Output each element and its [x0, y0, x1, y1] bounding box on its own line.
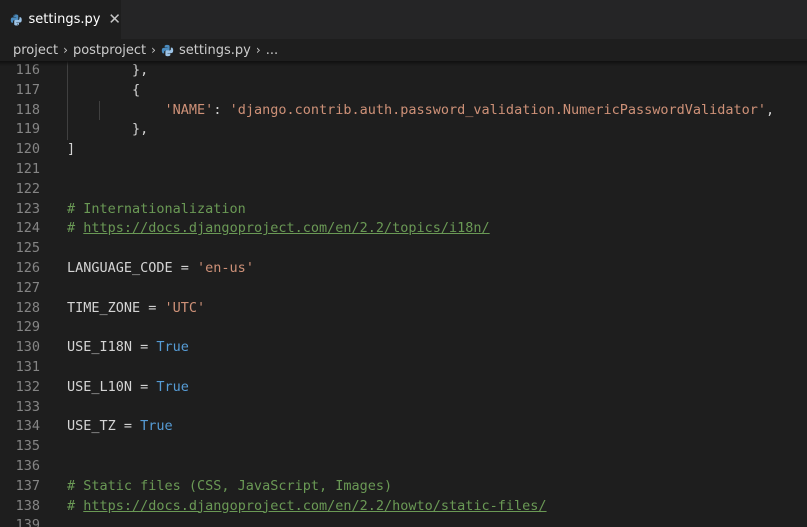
chevron-right-icon: › [255, 43, 261, 57]
code-line[interactable]: 139 [0, 516, 807, 527]
code-token: True [140, 418, 173, 435]
tab-label: settings.py [28, 12, 101, 27]
code-text: LANGUAGE_CODE = 'en-us' [67, 259, 254, 279]
line-number: 125 [15, 240, 40, 257]
code-line[interactable]: 117 { [0, 80, 807, 101]
code-line[interactable]: 128 TIME_ZONE = 'UTC' [0, 299, 807, 319]
line-number: 136 [15, 458, 40, 474]
code-token: ] [67, 141, 76, 158]
code-line[interactable]: 126 LANGUAGE_CODE = 'en-us' [0, 259, 807, 279]
code-token: { [67, 81, 141, 98]
line-number: 129 [15, 319, 40, 336]
code-line[interactable]: 118 'NAME': 'django.contrib.auth.passwor… [0, 100, 807, 121]
code-text: USE_I18N = True [67, 338, 189, 358]
python-icon [161, 44, 174, 56]
line-number: 131 [15, 359, 40, 375]
code-token: LANGUAGE_CODE = [67, 260, 198, 276]
line-number: 134 [15, 418, 40, 435]
line-number: 132 [15, 378, 40, 395]
code-text: # https://docs.djangoproject.com/en/2.2/… [67, 219, 490, 239]
code-text: USE_TZ = True [67, 417, 173, 437]
code-link[interactable]: https://docs.djangoproject.com/en/2.2/ho… [83, 498, 546, 514]
line-number: 124 [15, 220, 40, 237]
code-text: TIME_ZONE = 'UTC' [67, 299, 205, 319]
code-token: # [67, 497, 84, 514]
code-line[interactable]: 129 [0, 318, 807, 338]
code-token: 'en-us' [197, 260, 254, 276]
code-token: # Internationalization [67, 200, 246, 217]
code-line[interactable]: 137 # Static files (CSS, JavaScript, Imag… [0, 477, 807, 497]
code-line[interactable]: 134 USE_TZ = True [0, 417, 807, 437]
line-number: 118 [15, 101, 40, 118]
code-token: USE_L10N = [67, 378, 157, 395]
tab-bar: settings.py ✕ [0, 0, 807, 39]
line-number: 123 [15, 200, 40, 217]
code-editor[interactable]: 116 }, 117 {118 'NAME': 'django.contrib.a… [0, 61, 807, 527]
code-line[interactable]: 131 [0, 358, 807, 378]
code-text: # Internationalization [67, 200, 246, 220]
code-token: 'UTC' [164, 299, 206, 316]
code-line[interactable]: 133 [0, 398, 807, 418]
code-token: # Static files (CSS, JavaScript, Images) [67, 477, 393, 494]
code-token: }, [67, 121, 149, 138]
code-text: USE_L10N = True [67, 378, 189, 398]
line-number: 139 [15, 517, 40, 527]
breadcrumb-shadow [0, 61, 807, 66]
code-line[interactable]: 121 [0, 160, 807, 180]
line-number: 119 [15, 121, 40, 138]
code-line[interactable]: 125 [0, 239, 807, 259]
line-number: 121 [15, 161, 40, 177]
breadcrumb-item-postproject[interactable]: postproject [73, 43, 146, 58]
code-text: # Static files (CSS, JavaScript, Images) [67, 477, 392, 497]
line-number: 120 [15, 141, 40, 158]
close-icon[interactable]: ✕ [108, 12, 121, 27]
code-line[interactable]: 122 [0, 180, 807, 200]
code-token: 'NAME' [164, 101, 214, 118]
code-token: True [156, 339, 189, 356]
breadcrumb: project › postproject › settings.py › ..… [0, 39, 807, 61]
code-token: # [67, 220, 84, 237]
code-line[interactable]: 136 [0, 457, 807, 477]
code-line[interactable]: 123 # Internationalization [0, 200, 807, 220]
code-token: TIME_ZONE = [67, 299, 165, 316]
code-text: { [67, 81, 140, 101]
line-number: 138 [15, 497, 40, 514]
chevron-right-icon: › [151, 43, 156, 57]
code-line[interactable]: 120] [0, 140, 807, 160]
code-token: USE_TZ = [67, 418, 141, 435]
line-number: 130 [15, 339, 40, 356]
code-token: , [766, 101, 775, 118]
line-number: 117 [15, 81, 40, 98]
code-line[interactable]: 138 # https://docs.djangoproject.com/en/2… [0, 497, 807, 517]
line-number: 122 [15, 180, 40, 197]
line-number: 133 [15, 398, 40, 415]
line-number: 137 [15, 477, 40, 494]
line-number: 127 [15, 279, 40, 296]
tab-settings-py[interactable]: settings.py ✕ [0, 0, 121, 39]
code-text: }, [67, 120, 148, 140]
code-line[interactable]: 132 USE_L10N = True [0, 378, 807, 398]
line-number: 128 [15, 299, 40, 316]
code-line[interactable]: 130 USE_I18N = True [0, 338, 807, 358]
line-number: 135 [15, 438, 40, 455]
python-icon [10, 14, 22, 25]
code-line[interactable]: 127 [0, 279, 807, 299]
code-token: USE_I18N = [67, 339, 157, 356]
code-token: True [156, 378, 189, 395]
code-text: # https://docs.djangoproject.com/en/2.2/… [67, 497, 547, 517]
chevron-right-icon: › [63, 43, 68, 57]
breadcrumb-item-settings-py[interactable]: settings.py [179, 43, 251, 58]
code-token: 'django.contrib.auth.password_validation… [229, 101, 767, 118]
code-text: 'NAME': 'django.contrib.auth.password_va… [67, 101, 775, 121]
code-line[interactable]: 124 # https://docs.djangoproject.com/en/2… [0, 219, 807, 239]
code-text: ] [67, 140, 75, 160]
line-number: 126 [15, 260, 40, 276]
breadcrumb-item-more[interactable]: ... [266, 43, 278, 58]
code-line[interactable]: 135 [0, 437, 807, 457]
code-token: : [213, 101, 230, 118]
code-link[interactable]: https://docs.djangoproject.com/en/2.2/to… [83, 220, 489, 236]
code-line[interactable]: 119 }, [0, 120, 807, 141]
breadcrumb-item-project[interactable]: project [13, 43, 58, 58]
